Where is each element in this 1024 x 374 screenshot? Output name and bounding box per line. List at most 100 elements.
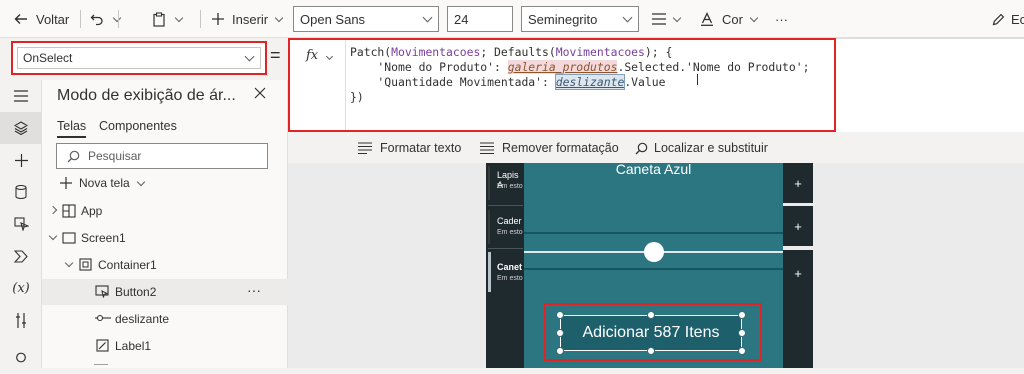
add-product-button[interactable]: + <box>783 163 813 203</box>
close-icon <box>254 87 266 99</box>
tree-item-app[interactable]: App <box>42 198 288 224</box>
add-product-button[interactable]: + <box>783 206 813 246</box>
remove-format-button[interactable]: Remover formatação <box>480 141 619 155</box>
close-button[interactable] <box>254 87 270 103</box>
gallery-right <box>783 296 813 368</box>
slider-bound-bottom <box>524 268 783 270</box>
insert-rail-button[interactable] <box>0 144 42 176</box>
search-rail-button[interactable] <box>0 342 42 374</box>
tree-item-button2[interactable]: Button2 ··· <box>42 279 288 305</box>
code-token: Patch( <box>350 45 392 59</box>
chevron-down-icon <box>422 12 433 23</box>
resize-handle[interactable] <box>556 347 564 355</box>
property-dropdown[interactable]: OnSelect <box>17 47 261 69</box>
add-items-button-label: Adicionar 587 Itens <box>582 324 720 341</box>
code-token: Movimentacoes <box>555 45 645 59</box>
media-button[interactable] <box>0 208 42 240</box>
font-color-icon <box>701 12 713 26</box>
undo-button[interactable] <box>90 0 122 38</box>
new-screen-button[interactable]: Nova tela <box>60 176 145 190</box>
plus-icon <box>212 13 224 25</box>
search-icon <box>15 352 26 362</box>
alignment-button[interactable] <box>652 0 682 38</box>
resize-handle[interactable] <box>647 311 655 319</box>
remove-format-label: Remover formatação <box>502 141 619 155</box>
menu-button[interactable] <box>0 80 42 112</box>
resize-handle[interactable] <box>738 329 746 337</box>
add-items-button[interactable]: Adicionar 587 Itens <box>560 315 742 351</box>
search-input[interactable]: Pesquisar <box>56 143 268 169</box>
find-replace-label: Localizar e substituir <box>654 141 768 155</box>
database-icon <box>15 185 27 199</box>
tree-view-button[interactable] <box>0 112 42 144</box>
resize-handle[interactable] <box>556 311 564 319</box>
tab-components[interactable]: Componentes <box>99 119 177 133</box>
gallery-item-subtitle: Em esto <box>497 229 523 236</box>
code-token: ; Defaults( <box>480 45 556 59</box>
tree-item-screen1[interactable]: Screen1 <box>42 225 288 251</box>
find-replace-button[interactable]: Localizar e substituir <box>635 141 768 155</box>
tree-item-label: Screen1 <box>81 231 126 245</box>
font-family-select[interactable]: Open Sans <box>293 6 439 32</box>
tree-view-panel: Modo de exibição de ár... Telas Componen… <box>42 80 288 368</box>
color-button[interactable]: Cor <box>700 0 759 38</box>
insert-label: Inserir <box>232 11 269 27</box>
format-text-button[interactable]: Formatar texto <box>358 141 461 155</box>
insert-button[interactable]: Inserir <box>212 0 284 38</box>
screen-icon <box>62 232 76 244</box>
paste-button[interactable] <box>152 0 184 38</box>
tree-item-label: Container1 <box>98 258 157 272</box>
more-label: ··· <box>775 11 788 27</box>
layers-icon <box>14 121 28 135</box>
more-options-button[interactable]: ··· <box>247 282 261 298</box>
resize-handle[interactable] <box>738 347 746 355</box>
resize-handle[interactable] <box>738 311 746 319</box>
label-icon <box>96 339 109 352</box>
more-button[interactable]: ··· <box>775 0 788 38</box>
resize-handle[interactable] <box>647 347 655 355</box>
gallery-item[interactable]: Lapis A Em esto <box>488 166 523 200</box>
code-token: Movimentacoes <box>391 45 481 59</box>
gallery-divider <box>488 205 523 206</box>
font-weight-select[interactable]: Seminegrito <box>521 6 639 32</box>
gallery-item-selected[interactable]: Canet Em esto <box>488 252 523 292</box>
slider-bound-top <box>524 232 783 234</box>
resize-handle[interactable] <box>556 329 564 337</box>
equals-sign: = <box>270 45 281 65</box>
tree-item-label1[interactable]: Label1 <box>42 333 288 359</box>
formula-bar-highlight: fx Patch(Movimentacoes; Defaults(Movimen… <box>288 38 836 132</box>
code-token: 'Nome do Produto': <box>350 60 508 74</box>
variables-button[interactable]: (x) <box>0 272 42 304</box>
fx-button[interactable]: fx <box>306 48 334 63</box>
format-text-icon <box>358 142 372 154</box>
tree-item-container1[interactable]: Container1 <box>42 252 288 278</box>
slider-thumb[interactable] <box>644 242 664 262</box>
code-token: }) <box>350 90 364 104</box>
tree-item-deslizante[interactable]: deslizante <box>42 306 288 332</box>
align-left-icon <box>652 13 666 25</box>
tree-item-label: App <box>81 204 103 218</box>
undo-icon <box>90 14 103 26</box>
tab-screens[interactable]: Telas <box>57 119 87 138</box>
deslizante-slider[interactable] <box>524 242 783 262</box>
edit-button[interactable]: Ec <box>992 0 1024 38</box>
advanced-tools-button[interactable] <box>0 304 42 336</box>
new-screen-label: Nova tela <box>79 176 130 190</box>
flow-icon <box>13 249 28 263</box>
back-button[interactable]: Voltar <box>14 0 69 38</box>
power-automate-button[interactable] <box>0 240 42 272</box>
app-icon <box>62 204 76 218</box>
gallery-item[interactable]: Cader Em esto <box>488 210 523 244</box>
data-button[interactable] <box>0 176 42 208</box>
chevron-down-icon <box>136 177 145 186</box>
formula-editor[interactable]: Patch(Movimentacoes; Defaults(Movimentac… <box>350 45 810 105</box>
slider-icon <box>95 314 111 322</box>
add-product-button[interactable]: + <box>783 250 813 296</box>
gallery-item-title: Canet <box>497 262 523 272</box>
pencil-icon <box>992 13 1005 25</box>
search-icon <box>67 150 80 162</box>
property-selector-highlight: OnSelect <box>11 41 267 75</box>
code-token: deslizante <box>554 74 626 90</box>
font-size-input[interactable]: 24 <box>447 6 513 32</box>
tools-icon <box>16 312 26 328</box>
